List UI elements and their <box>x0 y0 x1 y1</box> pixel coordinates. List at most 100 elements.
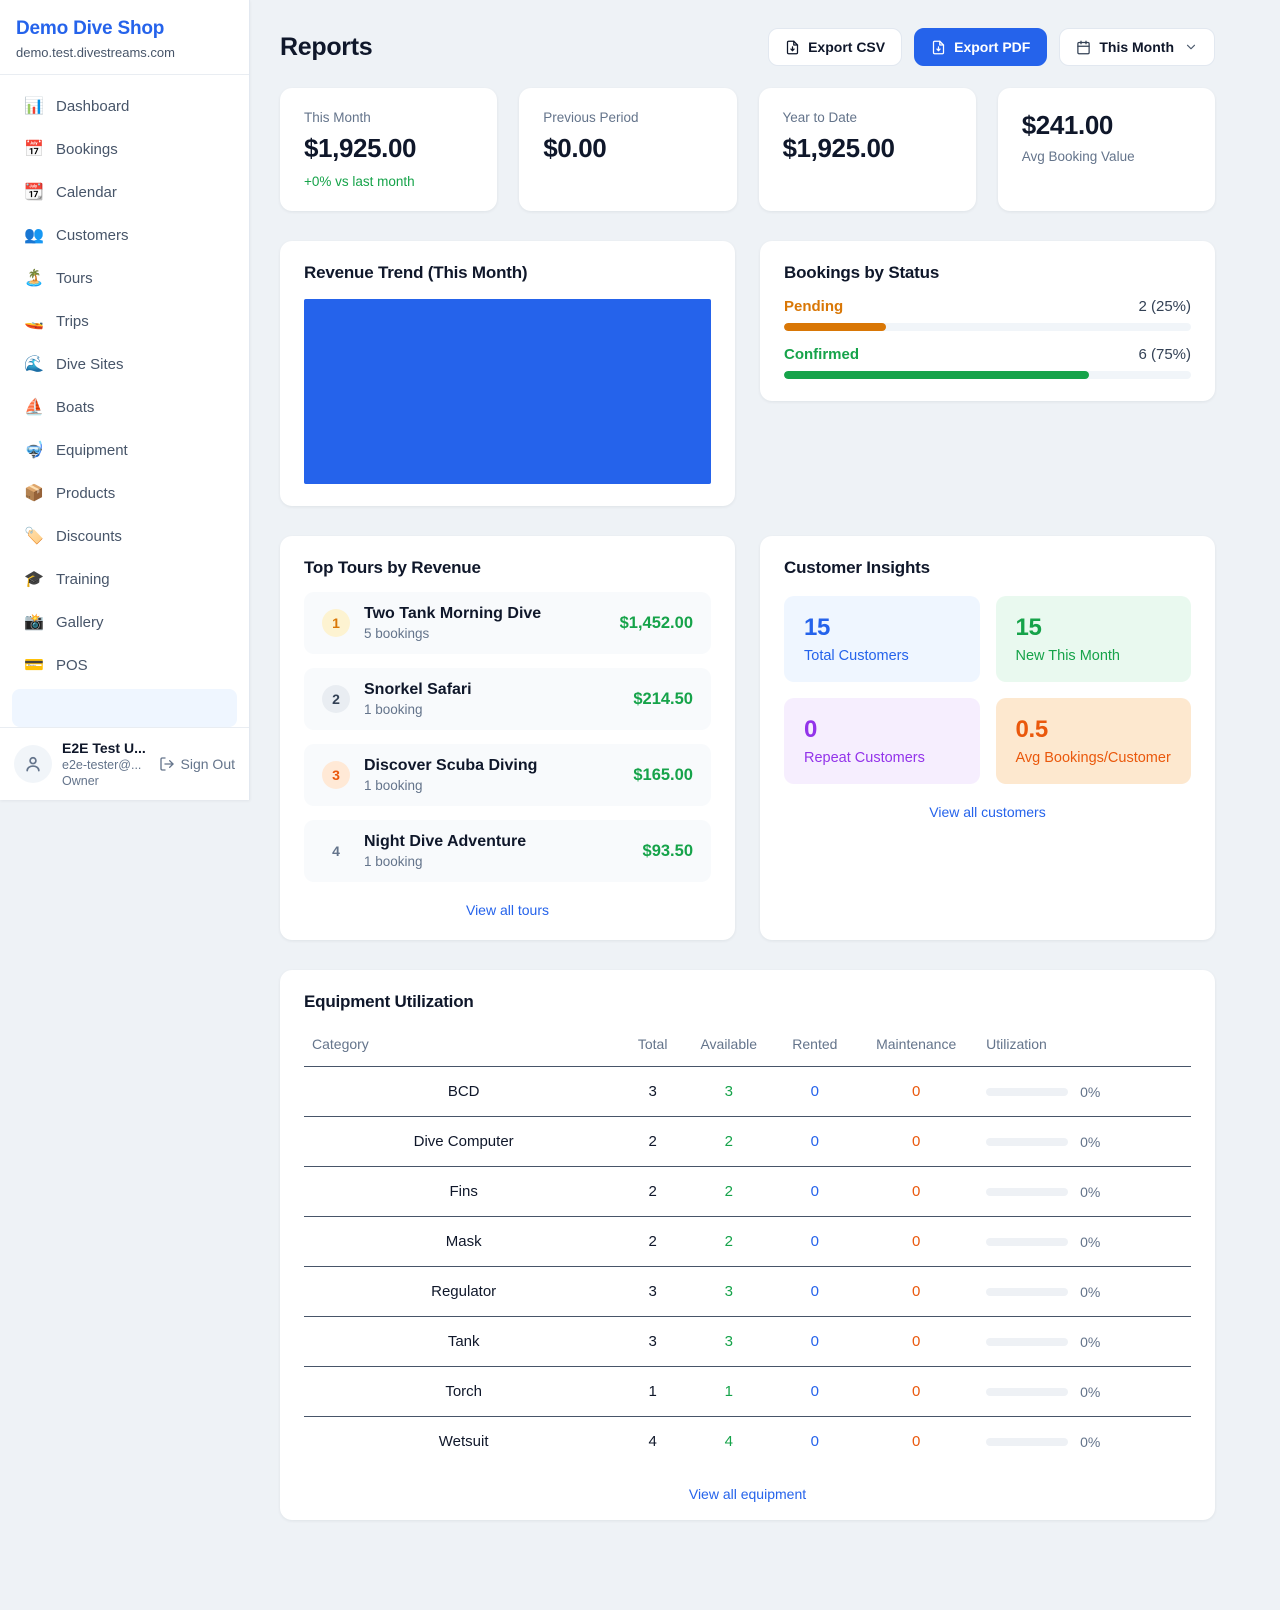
tile-value: 15 <box>1016 614 1172 642</box>
cell-rented: 0 <box>775 1367 854 1417</box>
sidebar-item-label: Products <box>56 485 115 502</box>
column-header-category: Category <box>304 1024 623 1067</box>
utilization-percent: 0% <box>1080 1334 1100 1350</box>
rank-badge: 3 <box>322 761 350 789</box>
utilization-track <box>986 1238 1068 1246</box>
utilization-percent: 0% <box>1080 1134 1100 1150</box>
cell-total: 3 <box>623 1067 682 1117</box>
sidebar-item-trips[interactable]: 🚤 Trips <box>12 302 237 340</box>
stat-card-this-month: This Month $1,925.00 +0% vs last month <box>280 88 497 211</box>
sidebar-item-dive-sites[interactable]: 🌊 Dive Sites <box>12 345 237 383</box>
cell-category: Mask <box>304 1217 623 1267</box>
person-icon <box>23 754 43 774</box>
utilization-track <box>986 1088 1068 1096</box>
dive-mask-icon: 🤿 <box>24 440 44 460</box>
stat-label: Avg Booking Value <box>1022 149 1191 164</box>
period-dropdown[interactable]: This Month <box>1059 28 1215 66</box>
status-row-confirmed: Confirmed 6 (75%) <box>784 346 1191 379</box>
cell-category: Dive Computer <box>304 1117 623 1167</box>
cell-category: Torch <box>304 1367 623 1417</box>
sign-out-button[interactable]: Sign Out <box>159 756 235 772</box>
tile-label: Total Customers <box>804 648 960 664</box>
column-header-maintenance: Maintenance <box>854 1024 978 1067</box>
cell-available: 2 <box>682 1117 775 1167</box>
view-all-tours-link[interactable]: View all tours <box>304 902 711 918</box>
cell-total: 2 <box>623 1167 682 1217</box>
cell-category: Regulator <box>304 1267 623 1317</box>
stat-label: This Month <box>304 110 473 125</box>
sidebar-item-tours[interactable]: 🏝️ Tours <box>12 259 237 297</box>
charts-row: Revenue Trend (This Month) Bookings by S… <box>280 241 1215 506</box>
sidebar-item-dashboard[interactable]: 📊 Dashboard <box>12 87 237 125</box>
sidebar-item-active-partial[interactable] <box>12 689 237 727</box>
view-all-equipment-link[interactable]: View all equipment <box>304 1486 1191 1502</box>
sidebar-item-products[interactable]: 📦 Products <box>12 474 237 512</box>
sidebar-item-label: Bookings <box>56 141 118 158</box>
bookings-by-status-title: Bookings by Status <box>784 263 1191 283</box>
tour-bookings: 5 bookings <box>364 626 541 641</box>
cell-available: 2 <box>682 1217 775 1267</box>
sign-out-label: Sign Out <box>181 756 235 772</box>
table-row: Torch 1 1 0 0 0% <box>304 1367 1191 1417</box>
sidebar-item-gallery[interactable]: 📸 Gallery <box>12 603 237 641</box>
cell-available: 3 <box>682 1317 775 1367</box>
cell-total: 4 <box>623 1417 682 1467</box>
tour-amount: $165.00 <box>633 766 693 785</box>
cell-rented: 0 <box>775 1167 854 1217</box>
export-pdf-button[interactable]: Export PDF <box>914 28 1047 66</box>
tour-amount: $1,452.00 <box>620 614 693 633</box>
user-info: E2E Test U... e2e-tester@... Owner <box>62 740 149 788</box>
tour-name: Two Tank Morning Dive <box>364 605 541 623</box>
sidebar-item-customers[interactable]: 👥 Customers <box>12 216 237 254</box>
sidebar-item-label: Dive Sites <box>56 356 124 373</box>
sidebar-item-boats[interactable]: ⛵ Boats <box>12 388 237 426</box>
cell-maintenance: 0 <box>854 1167 978 1217</box>
sidebar-item-equipment[interactable]: 🤿 Equipment <box>12 431 237 469</box>
bookings-by-status-card: Bookings by Status Pending 2 (25%) Confi… <box>760 241 1215 401</box>
progress-track <box>784 371 1191 379</box>
sidebar-item-label: Tours <box>56 270 93 287</box>
rank-badge: 4 <box>322 837 350 865</box>
customer-insights-card: Customer Insights 15 Total Customers 15 … <box>760 536 1215 940</box>
table-row: Tank 3 3 0 0 0% <box>304 1317 1191 1367</box>
lists-row: Top Tours by Revenue 1 Two Tank Morning … <box>280 536 1215 940</box>
equipment-table: Category Total Available Rented Maintena… <box>304 1024 1191 1466</box>
user-panel: E2E Test U... e2e-tester@... Owner Sign … <box>0 727 249 800</box>
cell-utilization: 0% <box>978 1117 1191 1167</box>
list-item: 4 Night Dive Adventure 1 booking $93.50 <box>304 820 711 882</box>
export-csv-button[interactable]: Export CSV <box>768 28 902 66</box>
camera-icon: 📸 <box>24 612 44 632</box>
tag-icon: 🏷️ <box>24 526 44 546</box>
sidebar-item-label: Discounts <box>56 528 122 545</box>
cell-maintenance: 0 <box>854 1317 978 1367</box>
stats-row: This Month $1,925.00 +0% vs last month P… <box>280 88 1215 211</box>
sidebar-header: Demo Dive Shop demo.test.divestreams.com <box>0 0 249 75</box>
cell-available: 3 <box>682 1067 775 1117</box>
wave-icon: 🌊 <box>24 354 44 374</box>
header-actions: Export CSV Export PDF This Month <box>768 28 1215 66</box>
customer-insights-title: Customer Insights <box>784 558 1191 578</box>
page-title: Reports <box>280 33 372 62</box>
insight-tile-new-this-month: 15 New This Month <box>996 596 1192 682</box>
sidebar-item-training[interactable]: 🎓 Training <box>12 560 237 598</box>
calendar-icon: 📆 <box>24 182 44 202</box>
graduation-cap-icon: 🎓 <box>24 569 44 589</box>
cell-maintenance: 0 <box>854 1217 978 1267</box>
tile-label: Avg Bookings/Customer <box>1016 750 1172 766</box>
tour-name: Discover Scuba Diving <box>364 757 537 775</box>
sidebar-item-label: Trips <box>56 313 89 330</box>
view-all-customers-link[interactable]: View all customers <box>784 804 1191 820</box>
cell-total: 2 <box>623 1117 682 1167</box>
stat-card-year-to-date: Year to Date $1,925.00 <box>759 88 976 211</box>
sidebar-item-calendar[interactable]: 📆 Calendar <box>12 173 237 211</box>
sidebar-item-discounts[interactable]: 🏷️ Discounts <box>12 517 237 555</box>
sidebar-item-pos[interactable]: 💳 POS <box>12 646 237 684</box>
revenue-trend-title: Revenue Trend (This Month) <box>304 263 711 283</box>
sidebar-item-bookings[interactable]: 📅 Bookings <box>12 130 237 168</box>
tour-amount: $214.50 <box>633 690 693 709</box>
sidebar-item-label: Calendar <box>56 184 117 201</box>
sidebar-item-label: Gallery <box>56 614 104 631</box>
cell-category: BCD <box>304 1067 623 1117</box>
table-header-row: Category Total Available Rented Maintena… <box>304 1024 1191 1067</box>
cell-utilization: 0% <box>978 1167 1191 1217</box>
